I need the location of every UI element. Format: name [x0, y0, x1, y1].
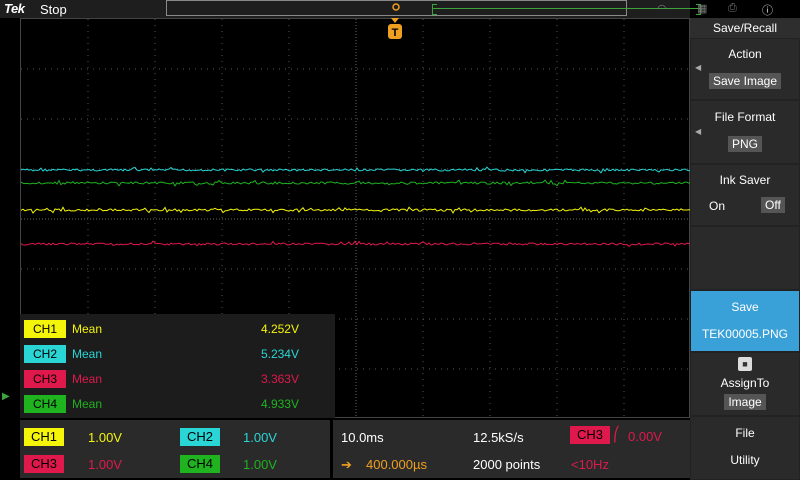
channel-badge: CH3 — [24, 370, 66, 388]
assign-to-value: Image — [724, 394, 766, 410]
system-icons: ◠ ▦ ⎙ ⓘ — [655, 2, 790, 18]
measurement-value: 5.234V — [260, 347, 299, 361]
channel-marker-strip: ▶ — [0, 18, 20, 418]
channel-badge: CH4 — [24, 395, 66, 413]
save-button[interactable]: Save TEK00005.PNG — [691, 291, 799, 351]
record-length[interactable]: 2000 points — [473, 457, 540, 472]
trigger-marker-icon[interactable]: T — [387, 18, 403, 40]
timebase[interactable]: 10.0ms — [341, 430, 384, 445]
ground-marker-icon[interactable]: ▶ — [2, 391, 10, 402]
assign-to-button[interactable]: ■ AssignTo Image — [691, 353, 799, 415]
file-utility-button[interactable]: File Utility — [691, 417, 799, 479]
menu-arrow-icon: ◀ — [695, 63, 702, 72]
help-icon[interactable]: ⓘ — [762, 2, 773, 18]
usb-icon: ⎙ — [728, 2, 737, 14]
wifi-icon: ◠ — [657, 3, 667, 15]
measurement-row[interactable]: CH3 Mean 3.363V — [24, 368, 329, 388]
measurement-name: Mean — [72, 372, 103, 386]
trigger-source[interactable]: CH3 — [570, 426, 610, 444]
utility-label: Utility — [730, 453, 760, 467]
file-format-value: PNG — [727, 136, 762, 152]
delay[interactable]: 400.000µs — [366, 457, 427, 472]
save-filename: TEK00005.PNG — [701, 327, 789, 341]
delay-arrow-icon: ➔ — [341, 457, 352, 472]
action-value: Save Image — [708, 73, 782, 89]
measurement-name: Mean — [72, 322, 103, 336]
menu-arrow-icon: ◀ — [695, 127, 702, 136]
ch3-badge[interactable]: CH3 — [24, 455, 64, 473]
file-format-label: File Format — [714, 110, 776, 124]
ink-saver-button[interactable]: Ink Saver On Off — [691, 165, 799, 225]
ch3-scale[interactable]: 1.00V — [88, 457, 122, 472]
top-status-bar: Tek Stop ◠ ▦ ⎙ ⓘ — [0, 0, 773, 18]
acquisition-status[interactable]: Stop — [40, 2, 67, 17]
ch1-scale[interactable]: 1.00V — [88, 430, 122, 445]
action-button[interactable]: ◀ Action Save Image — [691, 39, 799, 99]
ch4-waveform — [21, 179, 691, 187]
assign-to-label: AssignTo — [720, 376, 770, 390]
empty-menu-slot — [691, 227, 799, 289]
measurement-panel: CH1 Mean 4.252V CH2 Mean 5.234V CH3 Mean… — [20, 314, 335, 418]
ink-saver-off: Off — [761, 197, 785, 213]
network-icon: ▦ — [697, 3, 708, 15]
ch2-scale[interactable]: 1.00V — [243, 430, 277, 445]
ink-saver-on: On — [709, 199, 726, 213]
measurement-value: 4.933V — [260, 397, 299, 411]
save-label: Save — [731, 300, 759, 314]
measurement-name: Mean — [72, 347, 103, 361]
file-format-button[interactable]: ◀ File Format PNG — [691, 101, 799, 163]
measurement-row[interactable]: CH2 Mean 5.234V — [24, 343, 329, 363]
rising-edge-icon: ⎛ — [613, 426, 620, 442]
save-icon: ■ — [738, 357, 752, 371]
horizontal-trigger-settings[interactable]: 10.0ms 12.5kS/s ➔ 400.000µs 2000 points … — [333, 420, 690, 478]
trigger-level[interactable]: 0.00V — [628, 429, 662, 444]
measurement-value: 4.252V — [260, 322, 299, 336]
trigger-frequency: <10Hz — [571, 457, 609, 472]
channel-badge: CH1 — [24, 320, 66, 338]
ch1-badge[interactable]: CH1 — [24, 428, 64, 446]
file-label: File — [735, 426, 755, 440]
ch4-badge[interactable]: CH4 — [180, 455, 220, 473]
action-label: Action — [728, 47, 762, 61]
channel-badge: CH2 — [24, 345, 66, 363]
ch4-scale[interactable]: 1.00V — [243, 457, 277, 472]
sample-rate: 12.5kS/s — [473, 430, 524, 445]
ink-saver-label: Ink Saver — [719, 173, 771, 187]
measurement-name: Mean — [72, 397, 103, 411]
vertical-settings[interactable]: CH1 1.00V CH2 1.00V CH3 1.00V CH4 1.00V — [20, 420, 330, 478]
ch2-badge[interactable]: CH2 — [180, 428, 220, 446]
menu-title: Save/Recall — [690, 18, 800, 38]
measurement-value: 3.363V — [260, 372, 299, 386]
trigger-label: T — [392, 27, 399, 39]
tek-logo: Tek — [4, 1, 25, 16]
trigger-position-icon — [392, 3, 400, 11]
measurement-row[interactable]: CH4 Mean 4.933V — [24, 393, 329, 413]
measurement-row[interactable]: CH1 Mean 4.252V — [24, 318, 329, 338]
